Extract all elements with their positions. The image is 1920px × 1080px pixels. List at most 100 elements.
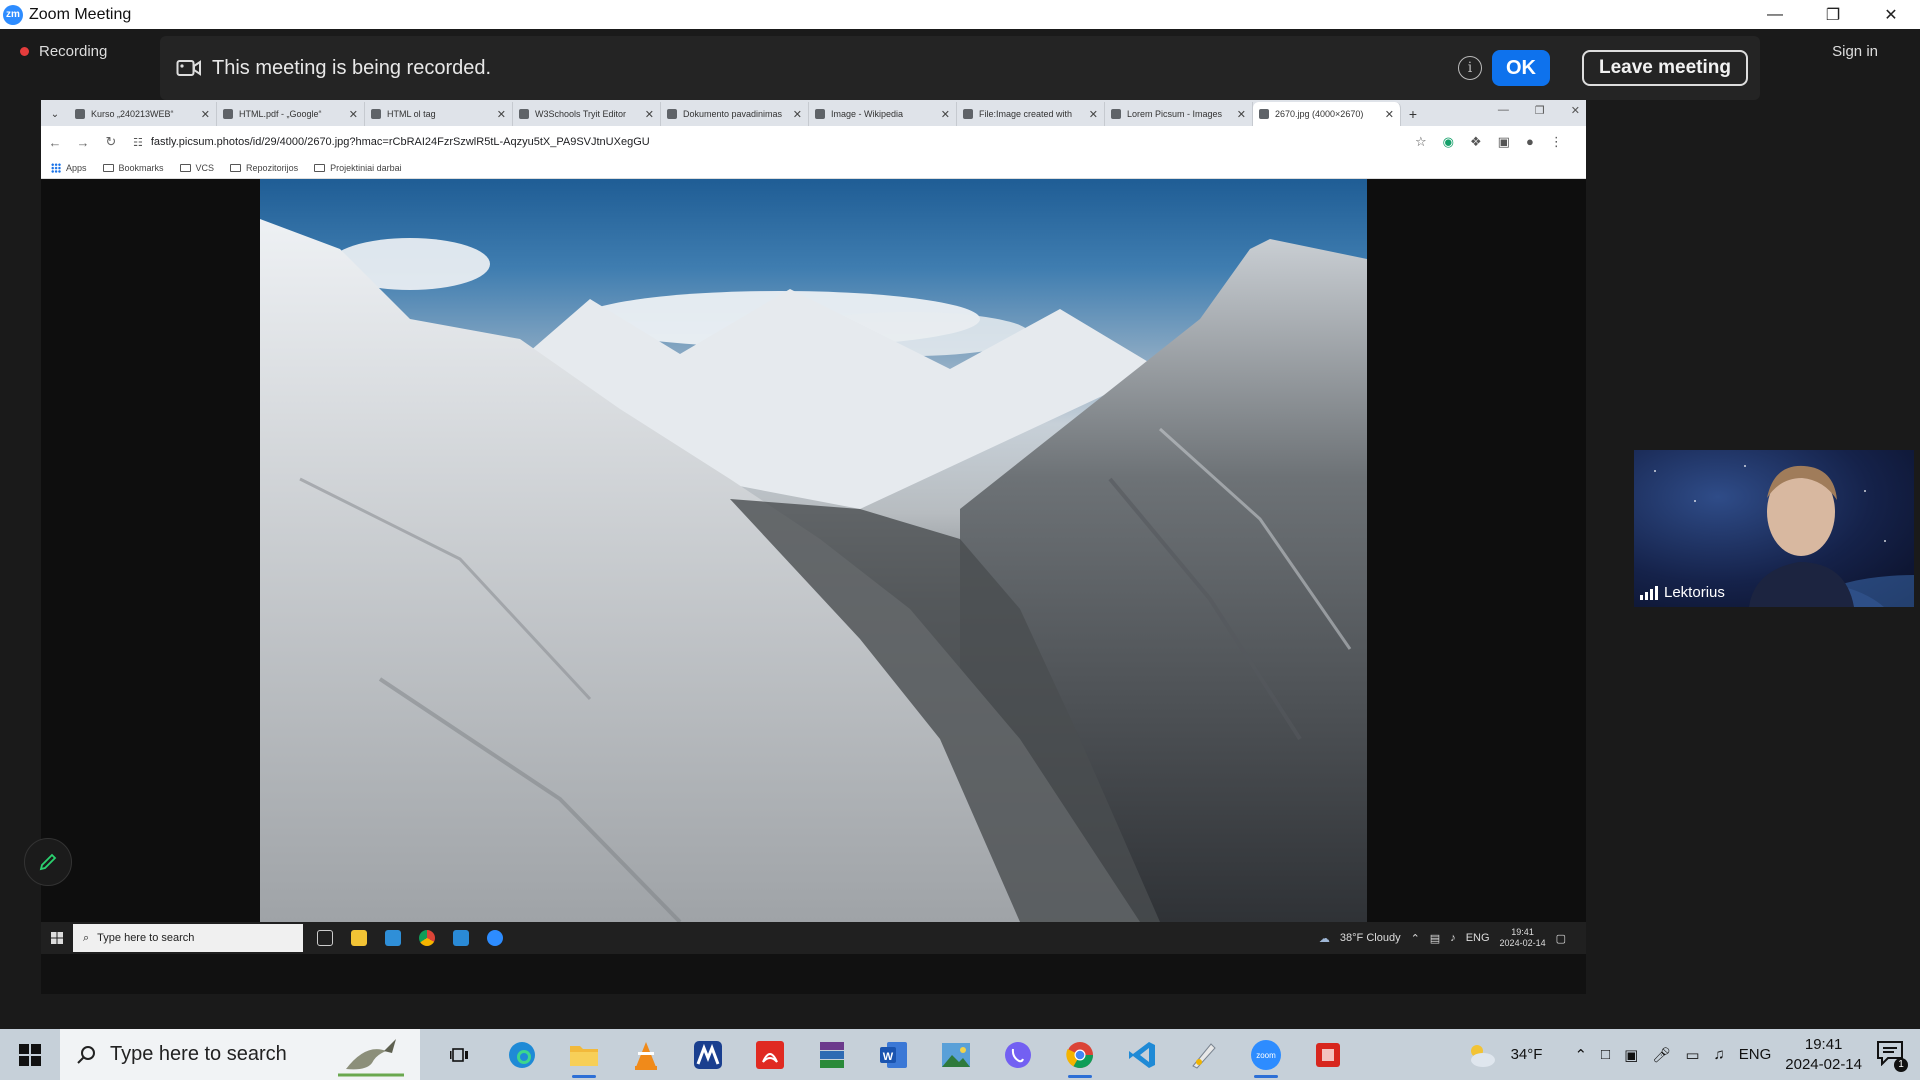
participant-video[interactable]: Lektorius [1634, 450, 1914, 607]
browser-restore-icon[interactable]: ❐ [1535, 104, 1545, 117]
app-red-button[interactable] [1308, 1029, 1348, 1080]
tab-close-icon[interactable]: ✕ [645, 108, 654, 121]
shared-weather[interactable]: 38°F Cloudy [1340, 932, 1401, 944]
extensions-icon[interactable]: ❖ [1470, 134, 1482, 150]
weather-cloud-icon [1470, 1044, 1495, 1067]
browser-tab[interactable]: File:Image created with ✕ [957, 102, 1105, 126]
start-button[interactable] [0, 1029, 60, 1080]
restore-button[interactable]: ❐ [1804, 0, 1862, 29]
browser-tab[interactable]: HTML ol tag ✕ [365, 102, 513, 126]
file-explorer-button[interactable] [564, 1029, 604, 1080]
weather-temp[interactable]: 34°F [1511, 1046, 1543, 1063]
photos-button[interactable] [936, 1029, 976, 1080]
bookmark-vcs[interactable]: VCS [179, 163, 214, 173]
browser-tab[interactable]: Dokumento pavadinimas ✕ [661, 102, 809, 126]
volume-icon[interactable]: ♫ [1714, 1046, 1725, 1063]
mountain-photo[interactable] [260, 179, 1367, 922]
app-m-button[interactable] [688, 1029, 728, 1080]
file-explorer-icon[interactable] [351, 930, 367, 946]
side-panel-icon[interactable]: ▣ [1498, 134, 1510, 150]
tab-search-icon[interactable]: ⌄ [41, 102, 69, 126]
grammarly-icon[interactable]: ◉ [1443, 134, 1454, 150]
minimize-button[interactable]: — [1746, 0, 1804, 29]
notification-center-button[interactable]: 1 [1876, 1040, 1908, 1072]
notification-count: 1 [1894, 1057, 1908, 1072]
browser-tab[interactable]: Kurso „240213WEB“ ✕ [69, 102, 217, 126]
shared-lang[interactable]: ENG [1466, 932, 1490, 944]
folder-icon [179, 164, 191, 172]
network-icon[interactable]: ▭ [1685, 1046, 1699, 1064]
browser-tab[interactable]: Image - Wikipedia ✕ [809, 102, 957, 126]
paint-button[interactable] [1184, 1029, 1224, 1080]
shared-clock[interactable]: 19:41 2024-02-14 [1500, 927, 1546, 949]
network-icon[interactable]: ▤ [1430, 932, 1440, 945]
leave-meeting-button[interactable]: Leave meeting [1582, 50, 1748, 86]
store-icon[interactable] [385, 930, 401, 946]
reload-icon[interactable]: ↻ [97, 134, 125, 150]
bookmark-projektiniai-darbai[interactable]: Projektiniai darbai [314, 163, 402, 173]
taskbar-clock[interactable]: 19:41 2024-02-14 [1785, 1035, 1862, 1075]
forward-icon[interactable]: → [69, 135, 97, 150]
microphone-icon[interactable]: 🎤︎ [1652, 1046, 1671, 1064]
vscode-icon[interactable] [453, 930, 469, 946]
bookmark-bookmarks[interactable]: Bookmarks [102, 163, 164, 173]
vlc-button[interactable] [626, 1029, 666, 1080]
browser-tab[interactable]: HTML.pdf - „Google“ ✕ [217, 102, 365, 126]
security-icon[interactable]: ▣ [1624, 1046, 1638, 1064]
zoom-stage: Recording This meeting is being recorded… [0, 29, 1920, 1029]
viber-button[interactable] [998, 1029, 1038, 1080]
taskbar-search-box[interactable]: Type here to search [60, 1029, 420, 1080]
browser-tab[interactable]: W3Schools Tryit Editor ✕ [513, 102, 661, 126]
bookmark-label: Apps [66, 163, 87, 173]
tab-close-icon[interactable]: ✕ [201, 108, 210, 121]
tab-close-icon[interactable]: ✕ [349, 108, 358, 121]
ok-button[interactable]: OK [1492, 50, 1550, 86]
task-view-icon[interactable] [317, 930, 333, 946]
browser-minimize-icon[interactable]: — [1498, 104, 1509, 117]
volume-icon[interactable]: ♪ [1450, 932, 1456, 944]
sign-in-link[interactable]: Sign in [1832, 43, 1878, 60]
tab-close-icon[interactable]: ✕ [1089, 108, 1098, 121]
back-icon[interactable]: ← [41, 135, 69, 150]
shared-taskbar-apps [317, 930, 503, 946]
shared-search-box[interactable]: ⌕ Type here to search [73, 924, 303, 952]
edge-button[interactable] [502, 1029, 542, 1080]
site-info-icon[interactable]: ☷ [133, 136, 143, 149]
acrobat-button[interactable] [750, 1029, 790, 1080]
shared-notification-icon[interactable]: ▢ [1556, 932, 1566, 945]
profile-icon[interactable]: ● [1526, 134, 1534, 150]
tab-close-icon[interactable]: ✕ [793, 108, 802, 121]
tab-close-icon[interactable]: ✕ [1237, 108, 1246, 121]
tab-close-icon[interactable]: ✕ [941, 108, 950, 121]
annotate-pen-button[interactable] [24, 838, 72, 886]
zoom-button[interactable]: zoom [1246, 1029, 1286, 1080]
winrar-button[interactable] [812, 1029, 852, 1080]
task-view-button[interactable] [440, 1029, 480, 1080]
meet-now-icon[interactable]: □ [1601, 1046, 1610, 1063]
chevron-up-icon[interactable]: ⌃ [1574, 1046, 1587, 1064]
vscode-button[interactable] [1122, 1029, 1162, 1080]
browser-tab[interactable]: Lorem Picsum - Images ✕ [1105, 102, 1253, 126]
close-button[interactable]: ✕ [1862, 0, 1920, 29]
bookmark-star-icon[interactable]: ☆ [1415, 134, 1427, 150]
recording-indicator[interactable]: Recording [20, 43, 107, 60]
menu-icon[interactable]: ⋮ [1550, 134, 1563, 150]
bookmark-apps[interactable]: Apps [51, 163, 87, 173]
bookmark-repozitorijos[interactable]: Repozitorijos [230, 163, 298, 173]
language-indicator[interactable]: ENG [1739, 1046, 1772, 1063]
tab-close-icon[interactable]: ✕ [1385, 108, 1394, 121]
browser-tab[interactable]: 2670.jpg (4000×2670) ✕ [1253, 102, 1401, 126]
info-icon[interactable]: i [1458, 56, 1482, 80]
chrome-icon[interactable] [419, 930, 435, 946]
shared-start-icon[interactable] [41, 932, 73, 944]
participant-name-tag: Lektorius [1640, 584, 1725, 601]
chrome-button[interactable] [1060, 1029, 1100, 1080]
chevron-up-icon[interactable]: ⌃ [1411, 932, 1420, 945]
bookmark-label: Bookmarks [118, 163, 164, 173]
tab-close-icon[interactable]: ✕ [497, 108, 506, 121]
zoom-icon[interactable] [487, 930, 503, 946]
browser-close-icon[interactable]: ✕ [1571, 104, 1580, 117]
word-button[interactable]: W [874, 1029, 914, 1080]
new-tab-button[interactable]: + [1401, 102, 1425, 126]
url-field[interactable]: ☷ fastly.picsum.photos/id/29/4000/2670.j… [133, 136, 1403, 149]
